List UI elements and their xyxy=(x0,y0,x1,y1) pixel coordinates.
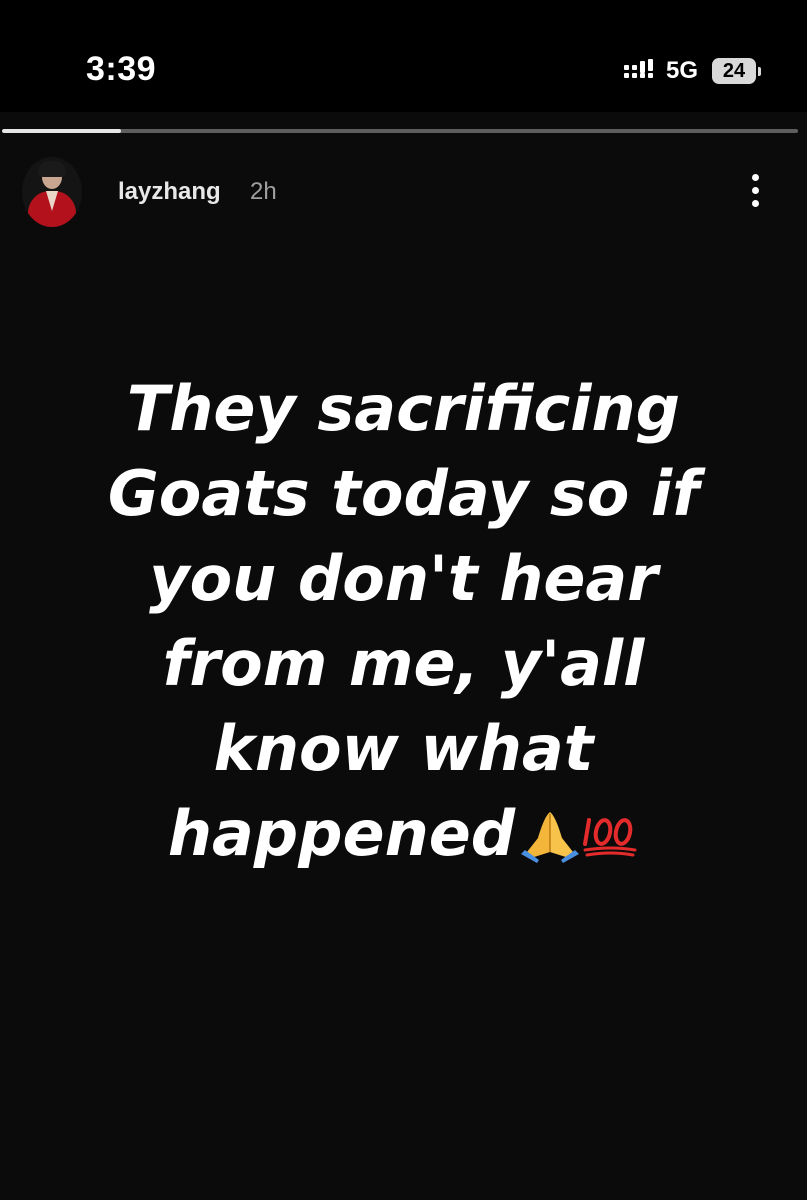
status-indicators: 5G 24 xyxy=(622,56,761,86)
profile-avatar[interactable] xyxy=(22,157,82,227)
story-text-line: know what xyxy=(213,712,594,785)
story-username[interactable]: layzhang xyxy=(118,178,221,206)
hundred-points-icon xyxy=(583,818,637,857)
story-progress-fill xyxy=(2,129,122,133)
story-screen: 3:39 5G 24 layzhang 2h They sacrificing … xyxy=(0,0,807,1200)
network-type: 5G xyxy=(665,57,698,84)
story-progress-bar xyxy=(2,129,798,133)
battery-level: 24 xyxy=(712,58,756,84)
story-text-line: Goats today so if xyxy=(107,457,700,530)
status-bar: 3:39 5G 24 xyxy=(0,0,807,112)
story-text: They sacrificing Goats today so if you d… xyxy=(20,366,787,880)
folded-hands-icon xyxy=(521,812,580,864)
more-vertical-icon xyxy=(751,186,759,194)
avatar-hair xyxy=(38,161,66,177)
more-options-button[interactable] xyxy=(740,168,770,212)
battery-tip xyxy=(758,66,761,76)
story-text-line: from me, y'all xyxy=(162,627,645,700)
story-text-line: happened xyxy=(167,797,516,870)
story-text-last-line: happened xyxy=(20,791,787,880)
status-time: 3:39 xyxy=(86,50,157,88)
battery-indicator: 24 xyxy=(712,58,761,84)
story-text-line: They sacrificing xyxy=(126,372,681,445)
story-text-line: you don't hear xyxy=(149,542,658,615)
more-vertical-icon xyxy=(751,199,759,207)
story-timestamp: 2h xyxy=(250,178,277,205)
signal-bars-icon xyxy=(623,59,653,78)
emoji-group xyxy=(519,789,639,874)
more-vertical-icon xyxy=(751,173,759,181)
